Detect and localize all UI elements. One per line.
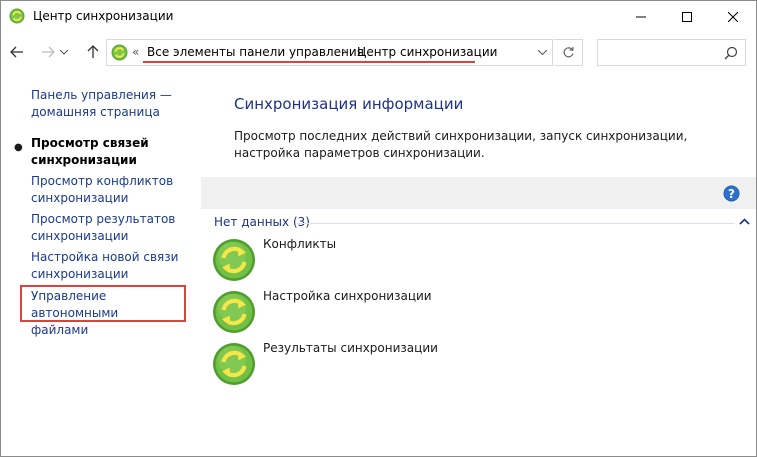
sync-center-icon bbox=[9, 8, 25, 24]
sidebar-item-setup-partnership[interactable]: Настройка новой связи синхронизации bbox=[31, 249, 196, 283]
list-item[interactable]: Настройка синхронизации bbox=[211, 289, 511, 337]
recent-locations-button[interactable] bbox=[58, 41, 70, 63]
task-pane: Панель управления — домашняя страница ● … bbox=[1, 72, 201, 456]
breadcrumb-sync-center[interactable]: Центр синхронизации bbox=[357, 45, 497, 59]
refresh-button[interactable] bbox=[554, 39, 583, 66]
sidebar-item-view-conflicts[interactable]: Просмотр конфликтов синхронизации bbox=[31, 173, 196, 207]
list-item[interactable]: Конфликты bbox=[211, 237, 511, 285]
address-history-button[interactable] bbox=[532, 40, 553, 65]
sync-icon bbox=[213, 343, 255, 385]
breadcrumb-separator[interactable]: › bbox=[342, 44, 347, 58]
minimize-icon bbox=[636, 16, 646, 17]
sync-icon bbox=[213, 291, 255, 333]
search-icon[interactable] bbox=[724, 46, 738, 60]
maximize-button[interactable] bbox=[664, 1, 710, 32]
help-icon[interactable]: ? bbox=[723, 185, 740, 202]
arrow-up-icon bbox=[87, 45, 99, 58]
sidebar-item-control-panel-home[interactable]: Панель управления — домашняя страница bbox=[31, 87, 196, 121]
item-label-sync-results[interactable]: Результаты синхронизации bbox=[263, 341, 438, 355]
chevron-down-icon bbox=[538, 50, 547, 55]
command-bar: ? bbox=[201, 177, 756, 209]
highlight-box bbox=[20, 285, 186, 322]
main-content: Синхронизация информации Просмотр послед… bbox=[201, 72, 756, 456]
sidebar-item-view-partnerships[interactable]: Просмотр связей синхронизации bbox=[31, 135, 196, 169]
up-button[interactable] bbox=[83, 41, 103, 63]
group-header[interactable]: Нет данных (3) bbox=[214, 215, 754, 231]
list-item[interactable]: Результаты синхронизации bbox=[211, 341, 511, 389]
sync-center-icon bbox=[111, 44, 128, 61]
navigation-bar: « Все элементы панели управления › Центр… bbox=[1, 32, 756, 72]
address-overflow-chevron[interactable]: « bbox=[132, 45, 139, 59]
current-item-bullet: ● bbox=[14, 142, 23, 153]
close-button[interactable] bbox=[710, 1, 756, 32]
refresh-icon bbox=[563, 46, 574, 58]
breadcrumb-control-panel[interactable]: Все элементы панели управления bbox=[147, 45, 364, 59]
sync-center-window: Центр синхронизации « Все элементы панел… bbox=[0, 0, 757, 457]
address-bar[interactable]: « Все элементы панели управления › Центр… bbox=[106, 39, 553, 66]
svg-text:?: ? bbox=[728, 187, 735, 201]
maximize-icon bbox=[682, 11, 692, 22]
search-input[interactable] bbox=[597, 39, 746, 66]
item-label-sync-settings[interactable]: Настройка синхронизации bbox=[263, 289, 432, 303]
title-bar: Центр синхронизации bbox=[1, 1, 756, 32]
sync-icon bbox=[213, 239, 255, 281]
chevron-down-icon bbox=[60, 49, 68, 55]
chevron-up-icon[interactable] bbox=[739, 217, 750, 226]
item-label-conflicts[interactable]: Конфликты bbox=[263, 237, 336, 251]
page-title: Синхронизация информации bbox=[234, 95, 464, 113]
close-icon bbox=[728, 11, 738, 22]
address-highlight-underline bbox=[143, 61, 475, 63]
group-divider bbox=[297, 223, 734, 224]
minimize-button[interactable] bbox=[618, 1, 664, 32]
arrow-right-icon bbox=[42, 46, 55, 58]
window-title: Центр синхронизации bbox=[33, 9, 174, 23]
page-description: Просмотр последних действий синхронизаци… bbox=[234, 129, 688, 160]
sidebar-item-view-results[interactable]: Просмотр результатов синхронизации bbox=[31, 211, 196, 245]
group-label: Нет данных (3) bbox=[214, 215, 310, 229]
arrow-left-icon bbox=[10, 46, 23, 58]
forward-button[interactable] bbox=[38, 41, 58, 63]
back-button[interactable] bbox=[7, 41, 27, 63]
